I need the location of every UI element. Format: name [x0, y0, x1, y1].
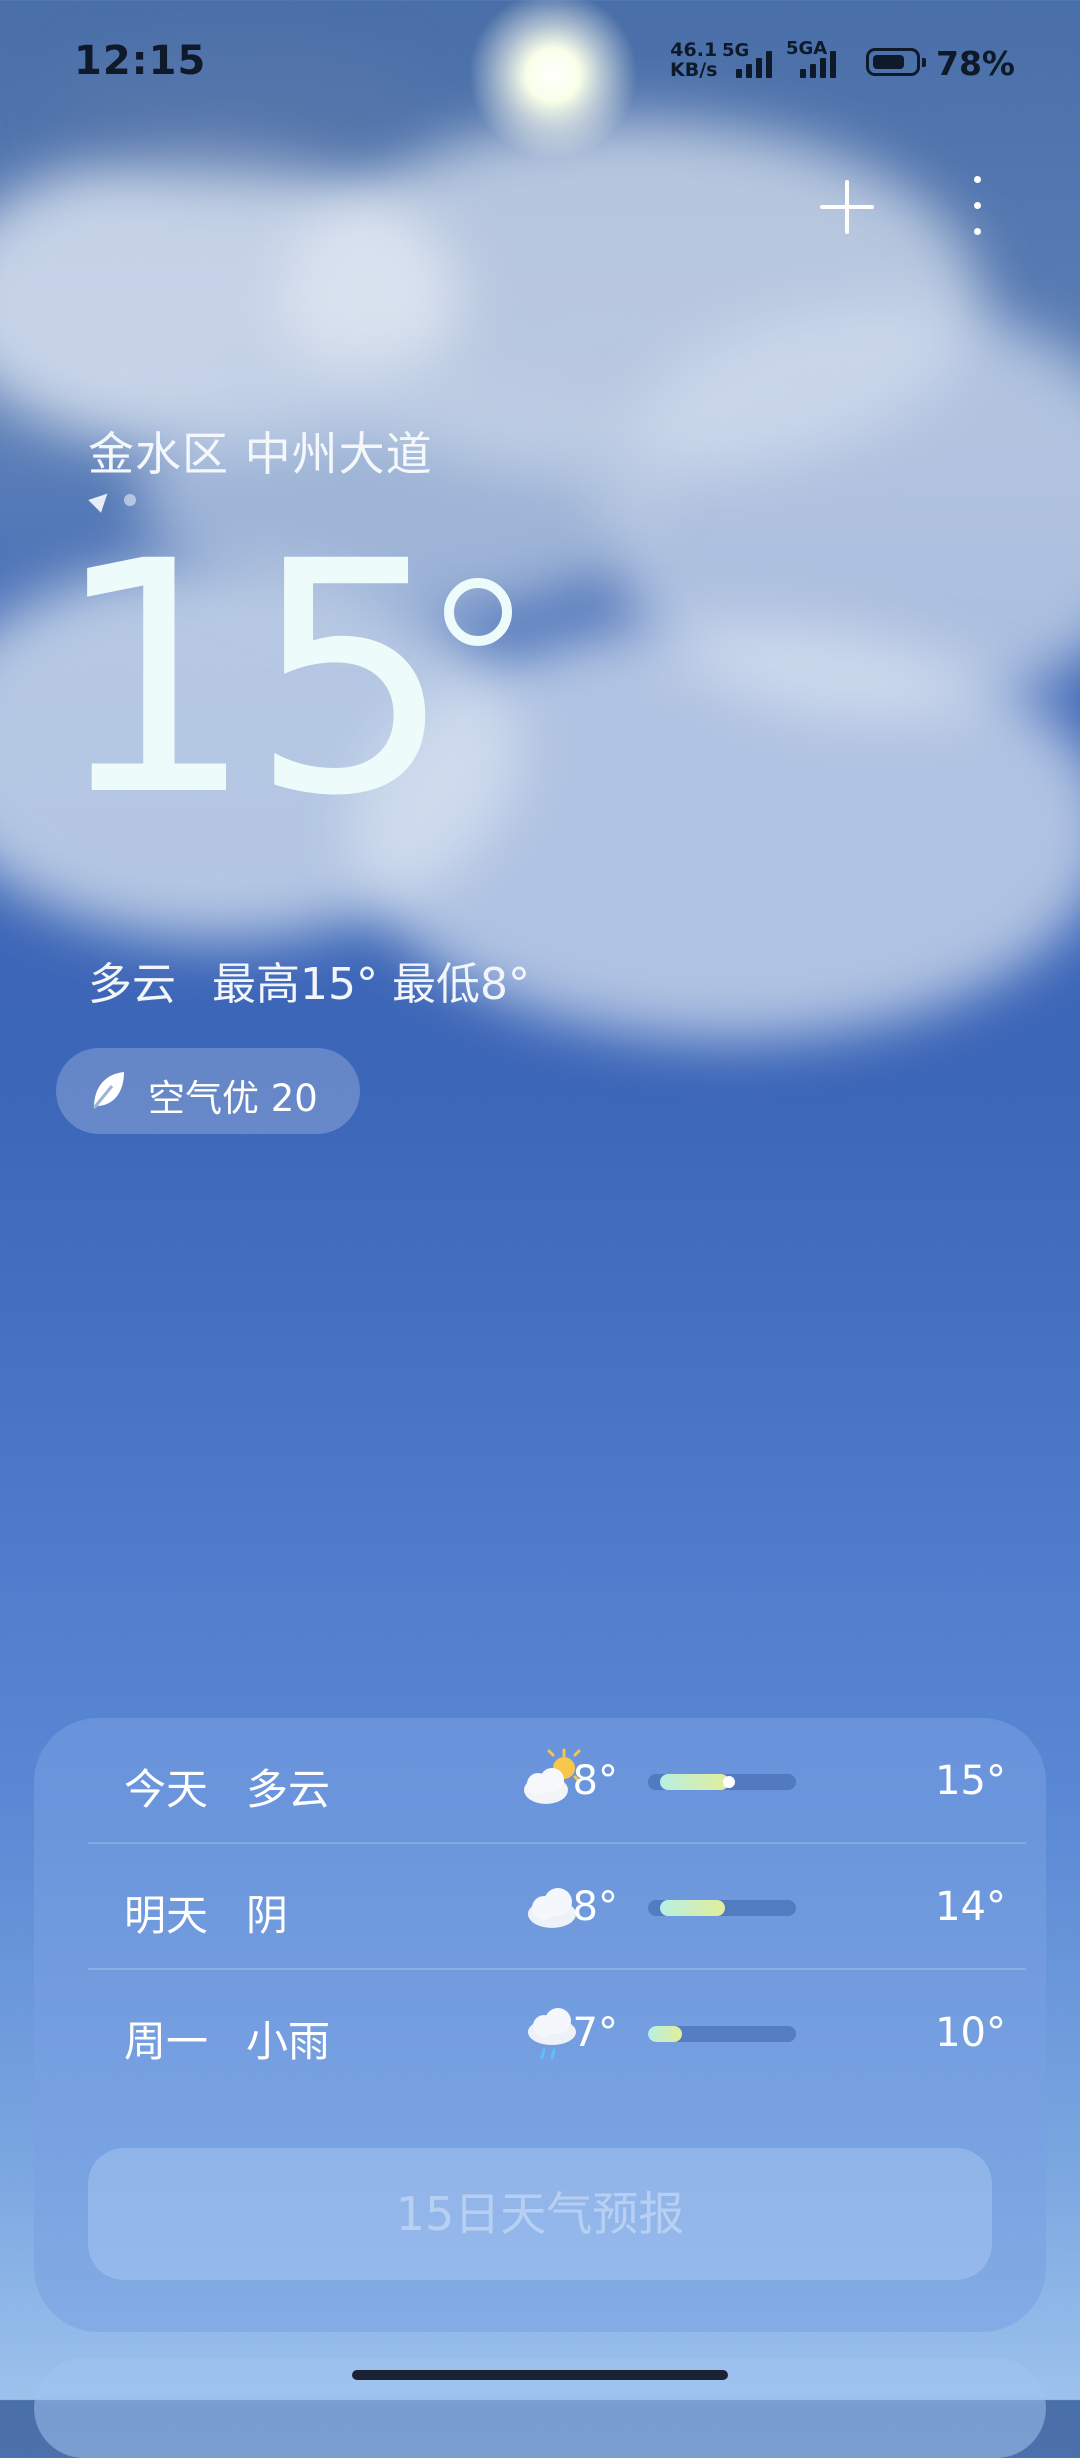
current-temperature: 15: [52, 494, 453, 866]
forecast-high: 15°: [935, 1758, 1006, 1804]
forecast-condition: 多云: [246, 1765, 331, 1814]
leaf-icon: [92, 1072, 124, 1109]
home-indicator[interactable]: [352, 2370, 728, 2380]
15-day-forecast-button[interactable]: 15日天气预报: [88, 2148, 992, 2280]
forecast-low: 8°: [572, 1758, 618, 1804]
forecast-low: 8°: [572, 1884, 618, 1930]
forecast-day: 周一: [124, 2017, 209, 2066]
forecast-low: 7°: [572, 2010, 618, 2056]
forecast-row-today[interactable]: 今天 多云 8° 15°: [88, 1718, 1026, 1844]
status-bar: 12:15 46.1 KB/s 5G 5GA 78%: [0, 0, 1080, 130]
network-speed-value: 46.1: [670, 39, 718, 61]
location-title[interactable]: 金水区 中州大道: [88, 418, 433, 484]
current-temp-marker: [723, 1776, 736, 1788]
current-condition: 多云: [88, 959, 176, 1010]
forecast-condition: 小雨: [246, 2017, 331, 2066]
temperature-range-bar: [648, 1900, 796, 1916]
battery-percentage: 78%: [936, 44, 1015, 83]
forecast-day: 明天: [124, 1891, 209, 1940]
more-options-button[interactable]: [958, 170, 998, 242]
forecast-condition: 阴: [246, 1891, 289, 1940]
add-city-button[interactable]: [812, 172, 882, 242]
air-quality-label: 空气优 20: [148, 1077, 318, 1120]
battery-icon: [866, 48, 926, 76]
network-speed-unit: KB/s: [670, 59, 718, 81]
high-low-temperature: 最高15° 最低8°: [212, 959, 530, 1010]
current-condition-line: 多云 最高15° 最低8°: [88, 948, 530, 1012]
network-speed: 46.1 KB/s: [670, 40, 717, 80]
degree-symbol: [444, 578, 512, 646]
forecast-card: 今天 多云 8° 15° 明天 阴 8° 14° 周一 小雨 7° 10° 15…: [34, 1718, 1046, 2332]
more-vertical-icon: [974, 176, 981, 183]
signal-strength-icon-2: [800, 50, 836, 78]
status-time: 12:15: [74, 38, 207, 84]
air-quality-badge[interactable]: 空气优 20: [56, 1048, 360, 1134]
temperature-range-bar: [648, 1774, 796, 1790]
forecast-high: 10°: [935, 2010, 1006, 2056]
temperature-range-bar: [648, 2026, 796, 2042]
signal-strength-icon: [736, 50, 772, 78]
forecast-row-monday[interactable]: 周一 小雨 7° 10°: [88, 1970, 1026, 2096]
forecast-row-tomorrow[interactable]: 明天 阴 8° 14°: [88, 1844, 1026, 1970]
forecast-high: 14°: [935, 1884, 1006, 1930]
forecast-day: 今天: [124, 1765, 209, 1814]
